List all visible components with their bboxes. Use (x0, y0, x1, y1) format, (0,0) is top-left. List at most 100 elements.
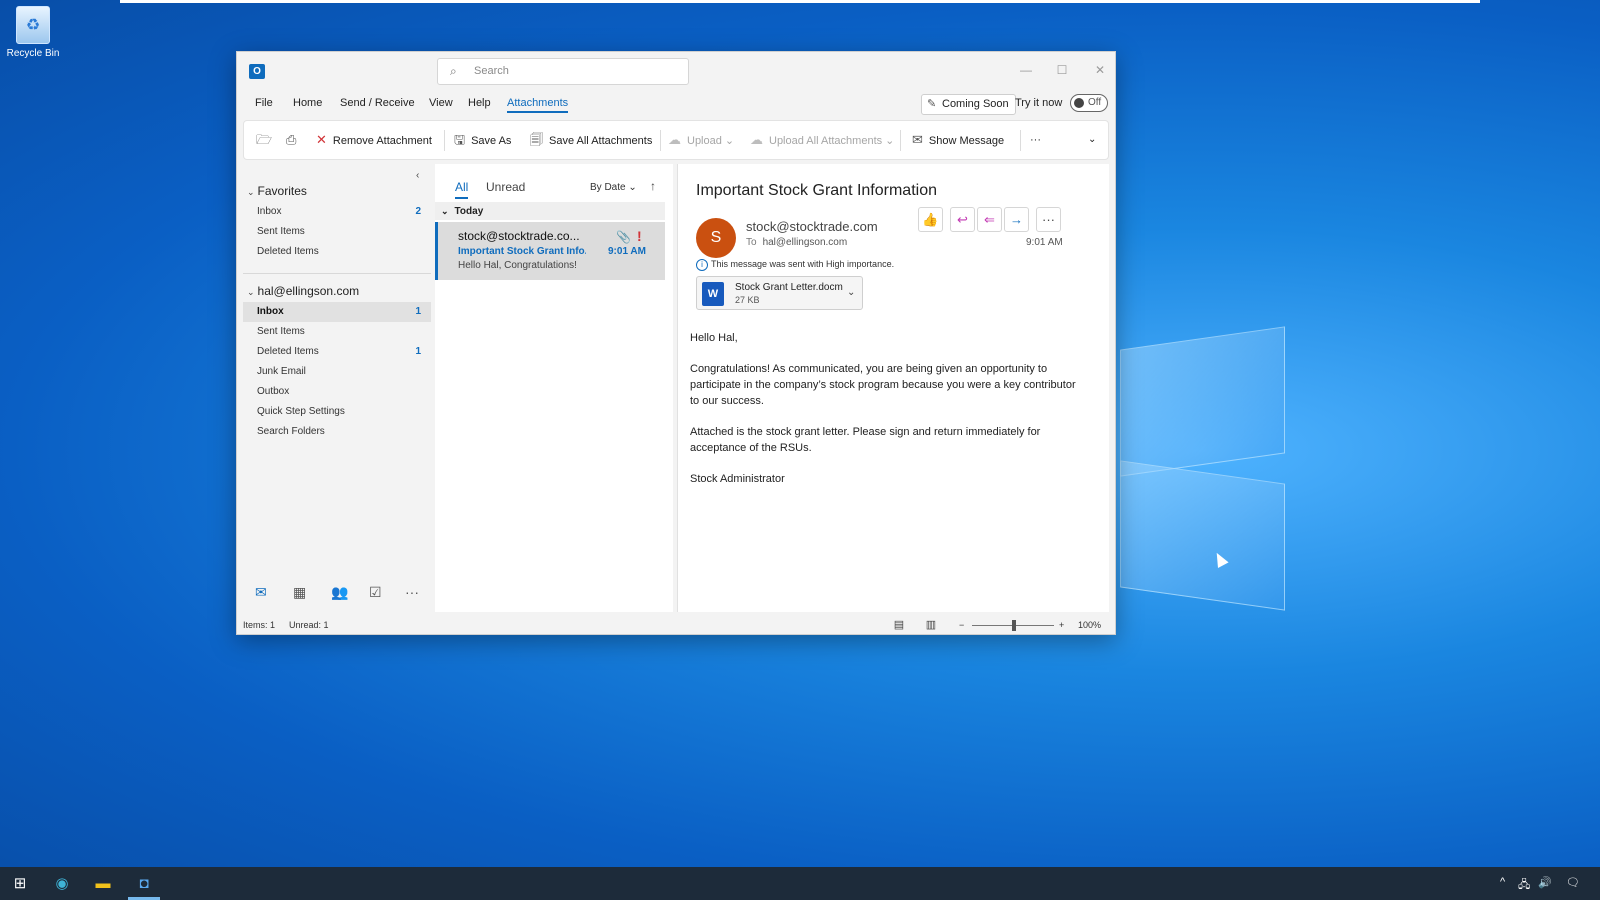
favorites-sent-items[interactable]: Sent Items (243, 222, 431, 242)
normal-view-icon[interactable]: ▤ (891, 618, 907, 632)
collapse-pane-button[interactable]: ‹ (416, 170, 419, 181)
notifications-icon[interactable]: 🗨 (1566, 876, 1580, 889)
status-bar: Items: 1 Unread: 1 ▤ ▥ − + 100% (237, 616, 1115, 635)
cloud-upload-icon: ☁ (750, 132, 763, 147)
forward-button[interactable]: → (1004, 207, 1029, 232)
menu-file[interactable]: File (255, 97, 273, 109)
network-icon[interactable]: 🖧 (1518, 876, 1530, 895)
outlook-taskbar-button[interactable]: ◘ (132, 872, 156, 896)
attachment-name: Stock Grant Letter.docm (735, 282, 843, 293)
reply-all-icon: ⇐ (984, 212, 995, 227)
upload-all-label: Upload All Attachments (769, 135, 883, 147)
edge-taskbar-button[interactable]: ◉ (50, 872, 74, 896)
save-as-button[interactable]: 🖫 Save As (454, 121, 511, 159)
menu-help[interactable]: Help (468, 97, 491, 109)
folder-quick-step-settings[interactable]: Quick Step Settings (243, 402, 431, 422)
attachment-chip[interactable]: W Stock Grant Letter.docm 27 KB ⌄ (696, 276, 863, 310)
reading-view-icon[interactable]: ▥ (923, 618, 939, 632)
zoom-in-button[interactable]: + (1059, 620, 1064, 630)
group-today[interactable]: ⌄ Today (435, 202, 665, 220)
remove-attachment-button[interactable]: ✕ Remove Attachment (316, 121, 432, 159)
unread-count: 1 (415, 346, 421, 357)
folder-deleted-items[interactable]: Deleted Items 1 (243, 342, 431, 362)
ribbon-expand-button[interactable]: ⌄ (1088, 121, 1096, 159)
reply-button[interactable]: ↩ (950, 207, 975, 232)
high-importance-icon: ! (637, 228, 642, 244)
file-explorer-taskbar-button[interactable]: ▬ (91, 872, 115, 896)
zoom-out-button[interactable]: − (959, 620, 964, 630)
volume-icon[interactable]: 🔊 (1538, 876, 1552, 889)
chevron-up-icon[interactable]: ^ (1500, 876, 1505, 888)
message-from: stock@stocktrade.co... (458, 229, 580, 243)
upload-button[interactable]: ☁ Upload ⌄ (668, 121, 734, 159)
windows-desktop-logo (1120, 320, 1285, 615)
chevron-down-icon: ⌄ (1088, 134, 1097, 145)
folder-outbox[interactable]: Outbox (243, 382, 431, 402)
tab-unread[interactable]: Unread (486, 180, 525, 194)
sender-address[interactable]: stock@stocktrade.com (746, 219, 878, 234)
like-button[interactable]: 👍 (918, 207, 943, 232)
title-bar: O ⌕ Search — ☐ ✕ (237, 52, 1115, 88)
sort-direction-icon[interactable]: ↑ (650, 179, 656, 193)
folder-label: Junk Email (257, 366, 306, 377)
attachment-size: 27 KB (735, 295, 760, 305)
start-button[interactable]: ⊞ (8, 872, 32, 896)
show-message-button[interactable]: ✉ Show Message (912, 121, 1004, 159)
module-nav-bar: ✉ ▦ 👥 ☑ ··· (243, 576, 431, 612)
coming-soon-button[interactable]: ✎ Coming Soon (921, 94, 1016, 115)
favorites-deleted-items[interactable]: Deleted Items (243, 242, 431, 262)
zoom-slider-thumb[interactable] (1012, 620, 1016, 631)
maximize-button[interactable]: ☐ (1047, 60, 1077, 80)
folder-junk-email[interactable]: Junk Email (243, 362, 431, 382)
sort-by-date[interactable]: By Date ⌄ (590, 182, 637, 193)
tab-all[interactable]: All (455, 180, 469, 199)
folder-search-folders[interactable]: Search Folders (243, 422, 431, 442)
folder-sent-items[interactable]: Sent Items (243, 322, 431, 342)
recycle-bin-label: Recycle Bin (6, 48, 60, 59)
more-actions-button[interactable]: ··· (1036, 207, 1061, 232)
folder-label: Deleted Items (257, 246, 319, 257)
body-paragraph: Attached is the stock grant letter. Plea… (690, 426, 1041, 454)
print-button[interactable]: ⎙ (286, 121, 302, 159)
chevron-down-icon[interactable]: ⌄ (847, 287, 855, 298)
upload-all-button[interactable]: ☁ Upload All Attachments ⌄ (750, 121, 894, 159)
reply-all-button[interactable]: ⇐ (977, 207, 1002, 232)
save-as-icon: 🖫 (454, 132, 466, 147)
save-all-label: Save All Attachments (549, 135, 653, 147)
top-strip (120, 0, 1480, 3)
zoom-level[interactable]: 100% (1078, 620, 1101, 630)
menu-attachments[interactable]: Attachments (507, 97, 569, 113)
favorites-inbox[interactable]: Inbox 2 (243, 202, 431, 222)
tasks-icon[interactable]: ☑ (369, 584, 382, 601)
ribbon-divider (1020, 130, 1021, 151)
list-item[interactable]: stock@stocktrade.co... 📎 ! Important Sto… (435, 222, 665, 280)
open-attachment-button[interactable]: 🗁 (256, 121, 278, 159)
calendar-icon[interactable]: ▦ (293, 584, 306, 601)
avatar[interactable]: S (696, 218, 736, 258)
search-input[interactable]: ⌕ Search (437, 58, 689, 85)
favorites-header[interactable]: ⌄ Favorites (247, 184, 307, 198)
menu-view[interactable]: View (429, 97, 453, 109)
new-outlook-toggle[interactable]: Off (1070, 94, 1108, 112)
folder-inbox[interactable]: Inbox 1 (243, 302, 431, 322)
chevron-down-icon: ⌄ (628, 182, 637, 193)
recycle-bin[interactable]: ♻ Recycle Bin (4, 6, 62, 59)
upload-label: Upload (687, 135, 722, 147)
more-apps-icon[interactable]: ··· (405, 584, 419, 600)
folder-label: Inbox (257, 306, 284, 317)
recipient-address[interactable]: hal@ellingson.com (763, 237, 848, 248)
body-signature: Stock Administrator (690, 473, 785, 485)
people-icon[interactable]: 👥 (331, 584, 348, 601)
folder-pane: ‹ ⌄ Favorites Inbox 2 Sent Items Deleted I… (243, 164, 431, 612)
printer-icon: ⎙ (286, 132, 297, 147)
outlook-app-icon: O (249, 64, 265, 79)
minimize-button[interactable]: — (1011, 60, 1041, 80)
account-header[interactable]: ⌄ hal@ellingson.com (247, 284, 359, 298)
ellipsis-icon: ··· (1042, 212, 1055, 227)
close-button[interactable]: ✕ (1085, 60, 1115, 80)
more-options-button[interactable]: ··· (1030, 121, 1041, 159)
menu-send-receive[interactable]: Send / Receive (340, 97, 415, 109)
menu-home[interactable]: Home (293, 97, 322, 109)
save-all-attachments-button[interactable]: 🗐 Save All Attachments (530, 121, 652, 159)
mail-icon[interactable]: ✉ (255, 584, 267, 601)
